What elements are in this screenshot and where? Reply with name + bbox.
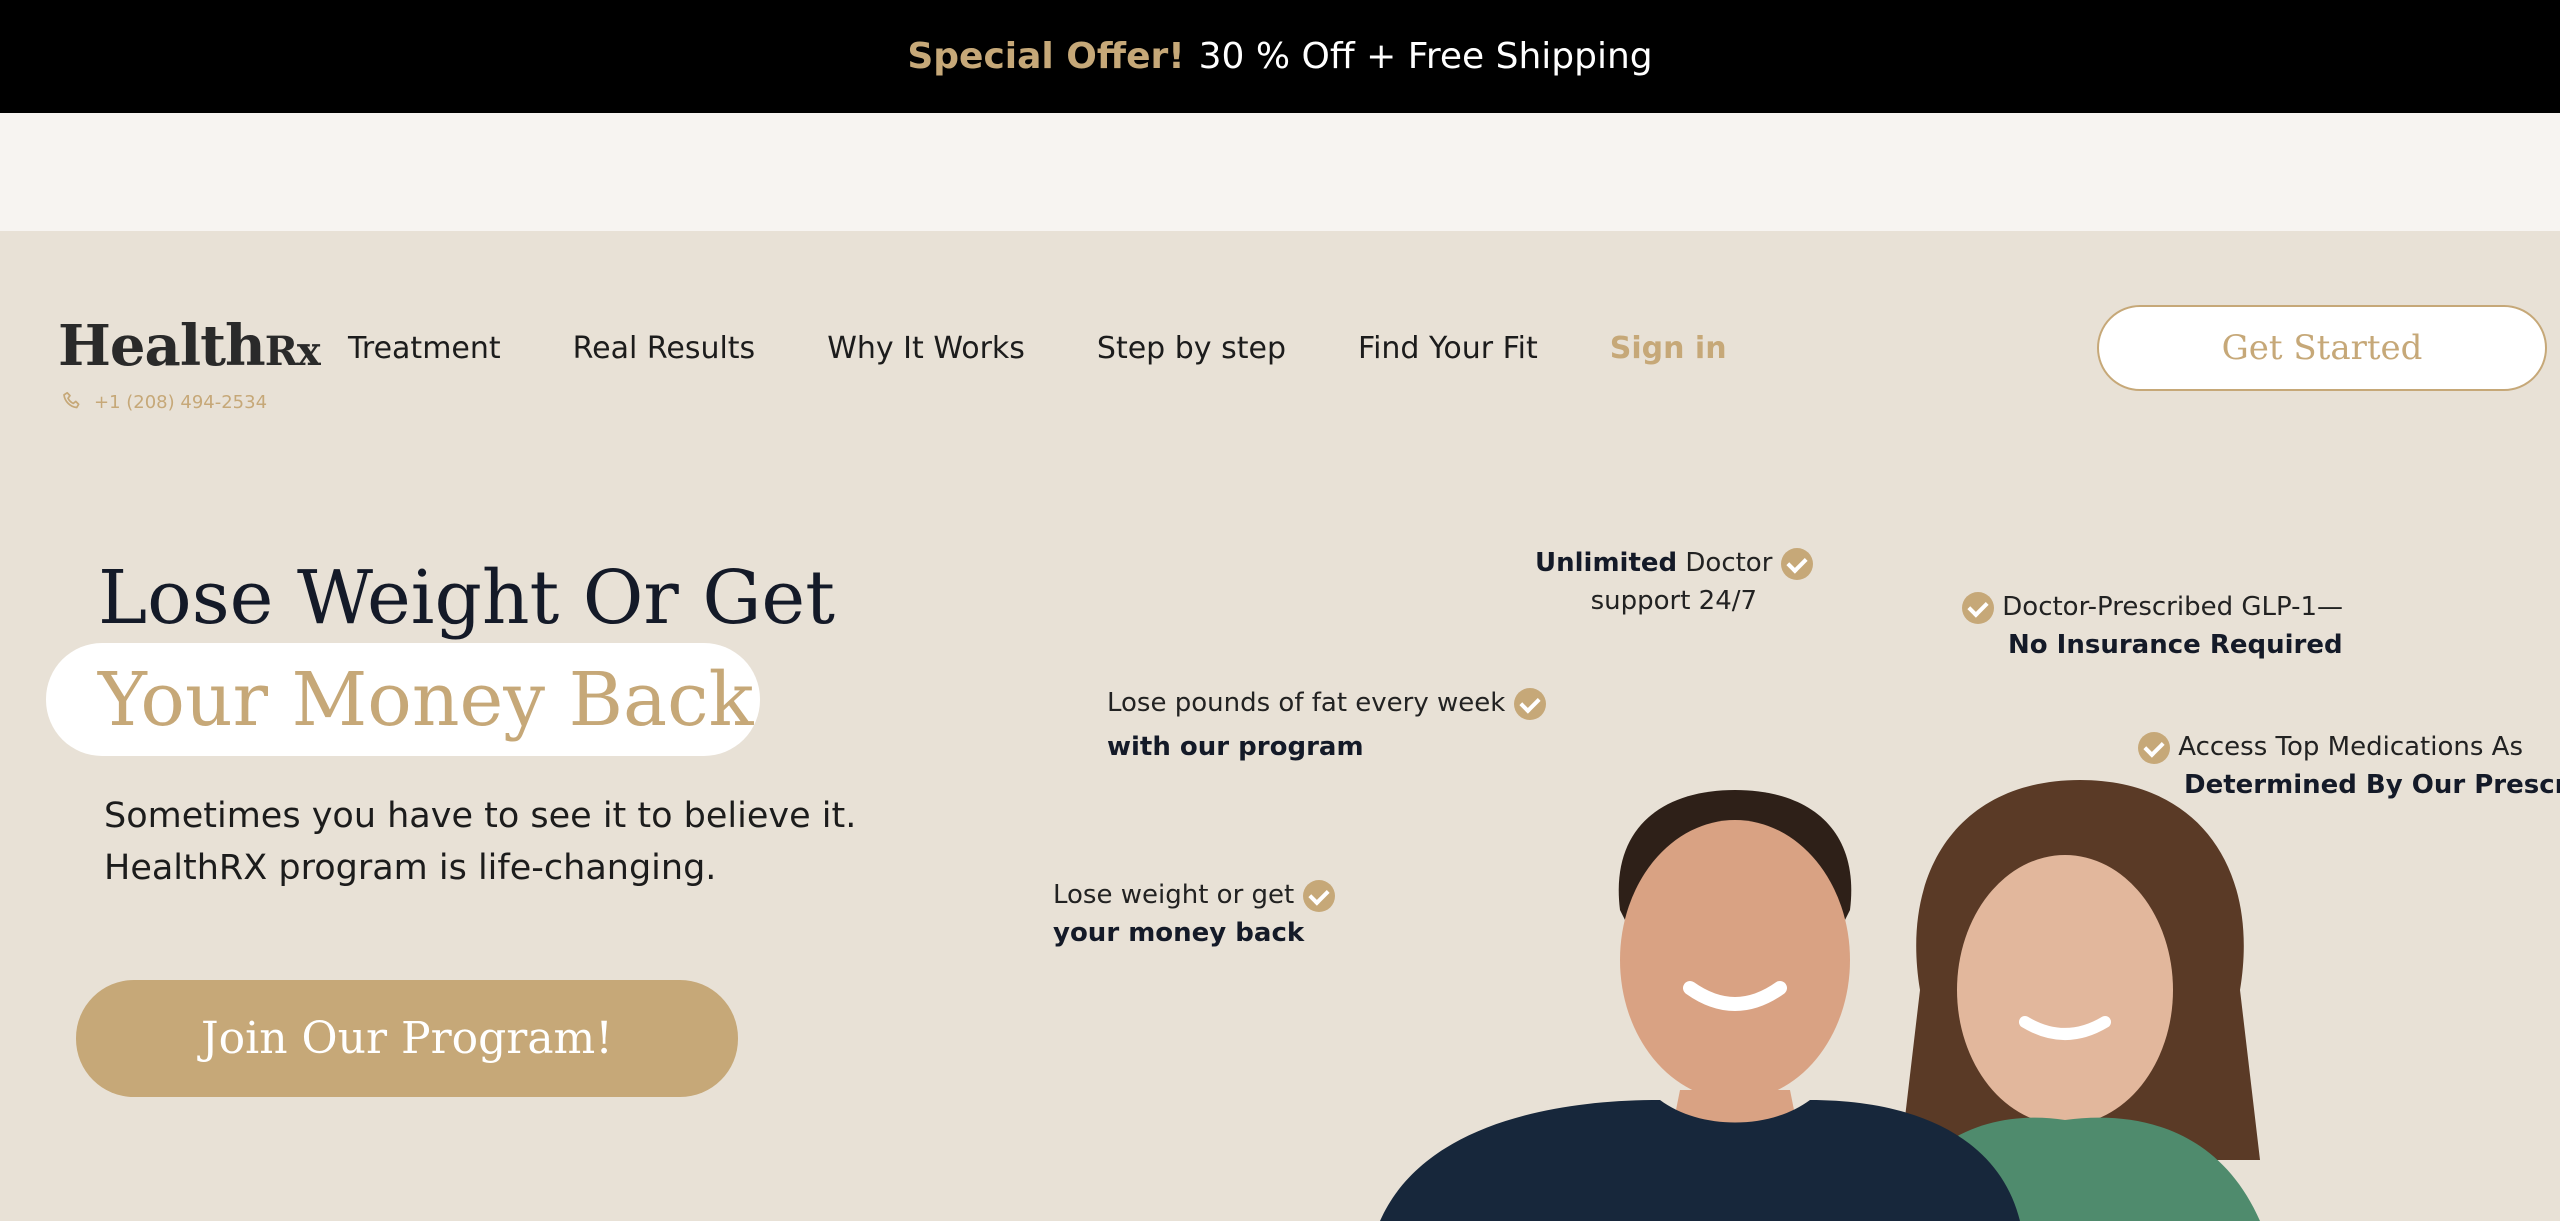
hero-subtitle-line1: Sometimes you have to see it to believe … <box>104 796 857 836</box>
couple-illustration <box>1380 780 2260 1221</box>
get-started-button[interactable]: Get Started <box>2097 305 2547 391</box>
badge-text-bold: with our program <box>1107 732 1364 762</box>
nav-real-results[interactable]: Real Results <box>573 331 756 366</box>
badge-unlimited-doctor: Unlimited Doctor support 24/7 <box>1535 544 1813 620</box>
phone-icon <box>63 391 80 409</box>
promo-highlight: Special Offer! <box>907 36 1185 77</box>
badge-text-bold: your money back <box>1053 918 1305 948</box>
nav-sign-in[interactable]: Sign in <box>1610 331 1727 366</box>
site-header: HealthRx +1 (208) 494-2534 Treatment Rea… <box>0 231 2560 431</box>
badge-money-back: Lose weight or get your money back <box>1053 876 1335 952</box>
check-icon <box>1302 879 1335 912</box>
join-program-button[interactable]: Join Our Program! <box>76 980 738 1097</box>
logo-main: Health <box>58 313 266 379</box>
badge-text-bold: No Insurance Required <box>2008 630 2343 660</box>
badge-text: Lose weight or get <box>1053 880 1295 910</box>
main-nav: Treatment Real Results Why It Works Step… <box>348 331 1727 366</box>
badge-text: Doctor-Prescribed GLP-1— <box>2002 592 2344 622</box>
badge-text-line2: support 24/7 <box>1590 586 1758 616</box>
badge-text: Doctor <box>1677 548 1773 578</box>
nav-why-it-works[interactable]: Why It Works <box>827 331 1025 366</box>
logo[interactable]: HealthRx <box>58 313 321 379</box>
promo-banner: Special Offer! 30 % Off + Free Shipping <box>0 0 2560 113</box>
check-icon <box>1780 547 1813 580</box>
phone-label: +1 (208) 494-2534 <box>94 391 268 413</box>
badge-text-bold: Unlimited <box>1535 548 1678 578</box>
woman-face <box>1957 855 2173 1125</box>
phone-number[interactable]: +1 (208) 494-2534 <box>60 389 267 415</box>
hero-title-line1: Lose Weight Or Get <box>98 555 835 641</box>
hero-title-line2: Your Money Back <box>98 657 754 743</box>
hero-subtitle: Sometimes you have to see it to believe … <box>104 790 856 894</box>
hero-subtitle-line2: HealthRX program is life-changing. <box>104 848 717 888</box>
promo-text: 30 % Off + Free Shipping <box>1198 36 1653 77</box>
top-strip <box>0 113 2560 231</box>
hero-couple-photo <box>1360 690 2360 1221</box>
check-icon <box>1962 591 1994 624</box>
hero-title-pill: Your Money Back <box>46 643 760 756</box>
badge-glp1: Doctor-Prescribed GLP-1— No Insurance Re… <box>1962 588 2343 664</box>
nav-step-by-step[interactable]: Step by step <box>1097 331 1286 366</box>
man-face <box>1620 820 1850 1100</box>
nav-treatment[interactable]: Treatment <box>348 331 501 366</box>
logo-suffix: Rx <box>264 328 321 375</box>
nav-find-your-fit[interactable]: Find Your Fit <box>1358 331 1538 366</box>
